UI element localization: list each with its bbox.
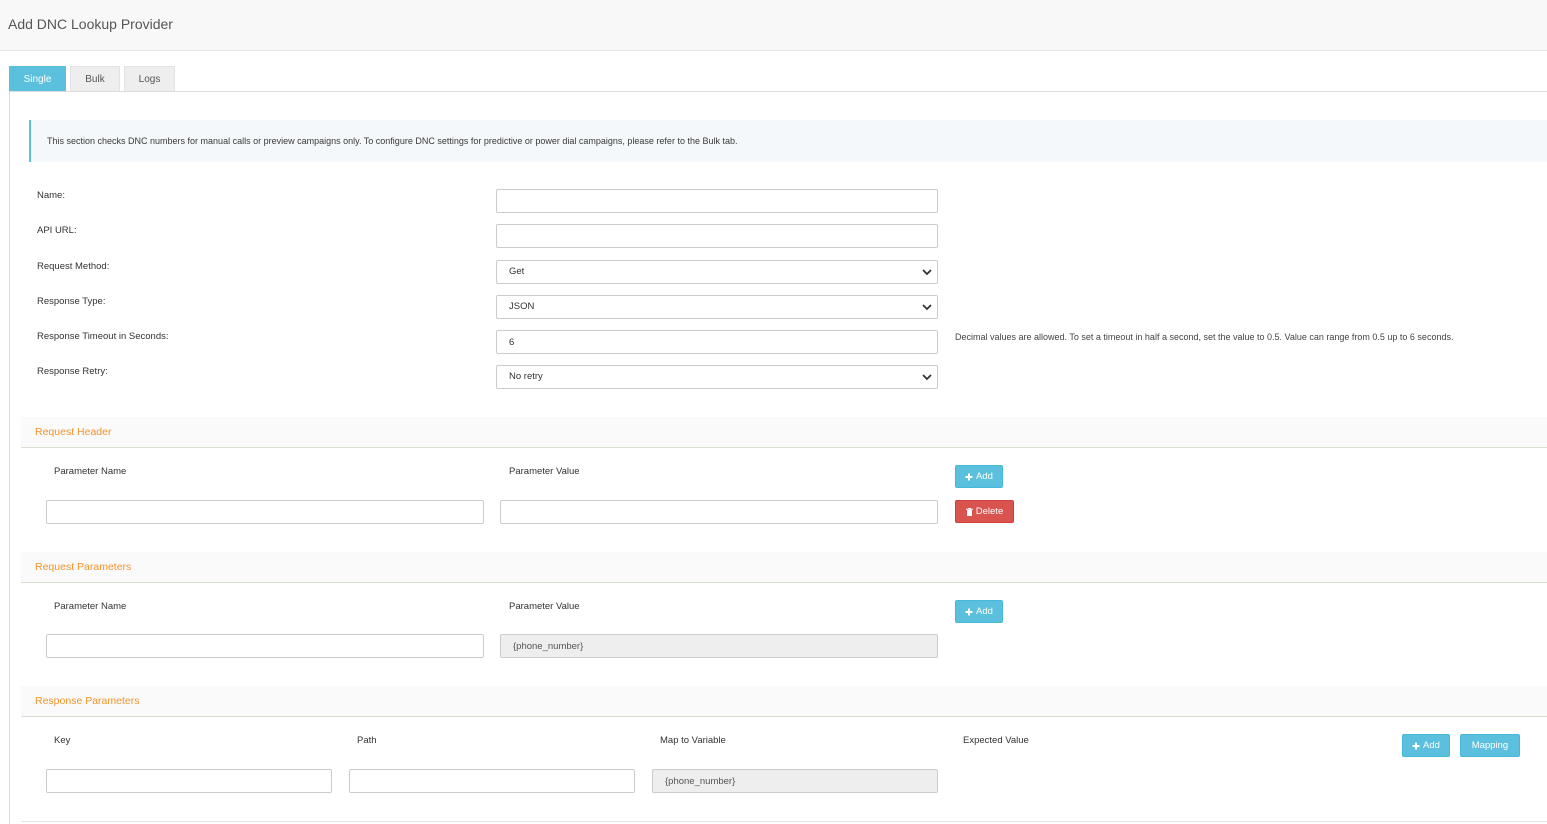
request-header-delete-button[interactable]: Delete xyxy=(955,500,1014,523)
response-timeout-label: Response Timeout in Seconds: xyxy=(37,331,169,342)
request-parameters-name-input[interactable] xyxy=(46,634,484,658)
response-retry-value: No retry xyxy=(509,371,543,382)
chevron-down-icon xyxy=(922,374,932,381)
page-title: Add DNC Lookup Provider xyxy=(8,16,173,32)
response-parameters-path-input[interactable] xyxy=(349,769,635,793)
info-callout: This section checks DNC numbers for manu… xyxy=(29,120,1547,162)
add-label: Add xyxy=(976,471,993,482)
chevron-down-icon xyxy=(922,269,932,276)
response-parameters-col-path: Path xyxy=(357,735,377,746)
delete-label: Delete xyxy=(975,506,1004,517)
request-header-value-input[interactable] xyxy=(500,500,938,524)
response-parameters-title: Response Parameters xyxy=(35,695,140,707)
top-bar: Add DNC Lookup Provider xyxy=(0,0,1547,51)
info-text: This section checks DNC numbers for manu… xyxy=(47,136,738,146)
request-parameters-section: Request Parameters xyxy=(21,552,1547,583)
response-timeout-help: Decimal values are allowed. To set a tim… xyxy=(955,332,1454,342)
response-retry-label: Response Retry: xyxy=(37,366,108,377)
name-label: Name: xyxy=(37,190,65,201)
response-type-label: Response Type: xyxy=(37,296,106,307)
tab-bulk[interactable]: Bulk xyxy=(70,66,120,92)
response-retry-select[interactable]: No retry xyxy=(496,365,938,389)
response-parameters-add-button[interactable]: Add xyxy=(1402,734,1450,757)
tab-logs[interactable]: Logs xyxy=(124,66,175,92)
api-url-label: API URL: xyxy=(37,225,77,236)
response-parameters-key-input[interactable] xyxy=(46,769,332,793)
request-header-name-input[interactable] xyxy=(46,500,484,524)
bottom-divider xyxy=(21,821,1547,822)
add-label: Add xyxy=(976,606,993,617)
response-parameters-mapping-button[interactable]: Mapping xyxy=(1460,734,1520,757)
chevron-down-icon xyxy=(922,304,932,311)
name-input[interactable] xyxy=(496,189,938,213)
request-parameters-add-button[interactable]: Add xyxy=(955,600,1003,623)
request-method-label: Request Method: xyxy=(37,261,110,272)
request-header-title: Request Header xyxy=(35,426,112,438)
mapping-label: Mapping xyxy=(1471,740,1509,751)
response-parameters-col-map: Map to Variable xyxy=(660,735,726,746)
request-parameters-title: Request Parameters xyxy=(35,561,132,573)
response-timeout-input[interactable] xyxy=(496,330,938,354)
request-parameters-value-input xyxy=(500,634,938,658)
request-method-select[interactable]: Get xyxy=(496,260,938,284)
trash-icon xyxy=(965,507,973,516)
plus-icon xyxy=(965,473,973,480)
plus-icon xyxy=(965,608,973,615)
request-header-col-name: Parameter Name xyxy=(54,466,127,477)
plus-icon xyxy=(1412,742,1420,749)
response-parameters-map-input xyxy=(652,769,938,793)
response-parameters-col-key: Key xyxy=(54,735,71,746)
request-parameters-col-value: Parameter Value xyxy=(509,601,580,612)
tab-divider xyxy=(9,91,1547,92)
response-type-value: JSON xyxy=(509,301,535,312)
tab-single[interactable]: Single xyxy=(9,66,66,92)
api-url-input[interactable] xyxy=(496,224,938,248)
request-header-section: Request Header xyxy=(21,417,1547,448)
request-parameters-col-name: Parameter Name xyxy=(54,601,127,612)
request-method-value: Get xyxy=(509,266,525,277)
content-border xyxy=(9,92,10,824)
response-type-select[interactable]: JSON xyxy=(496,295,938,319)
request-header-add-button[interactable]: Add xyxy=(955,465,1003,488)
response-parameters-col-expected: Expected Value xyxy=(963,735,1029,746)
response-parameters-section: Response Parameters xyxy=(21,686,1547,717)
add-label: Add xyxy=(1423,740,1440,751)
request-header-col-value: Parameter Value xyxy=(509,466,580,477)
